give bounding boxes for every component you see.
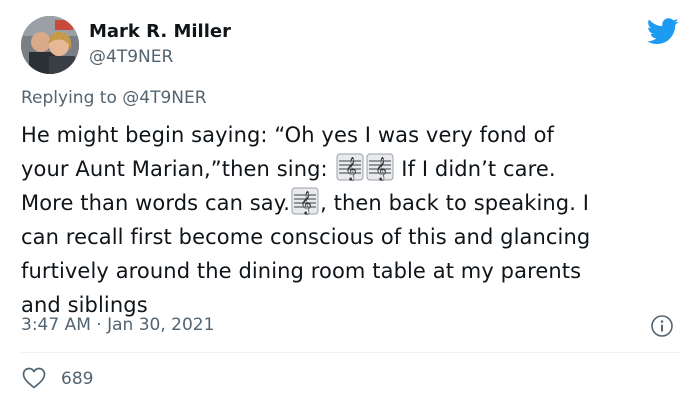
tweet-line: can recall first become conscious of thi… [21, 225, 591, 249]
twitter-bird-icon[interactable] [647, 18, 679, 45]
replying-to: Replying to @4T9NER [21, 88, 207, 108]
tweet-text-segment: If I didn’t care. [394, 157, 556, 181]
tweet-text: He might begin saying: “Oh yes I was ver… [21, 118, 681, 322]
tweet-text-segment: your Aunt Marian,”then sing: [21, 157, 335, 181]
heart-icon[interactable] [22, 367, 46, 389]
info-icon[interactable] [650, 314, 674, 338]
tweet-text-segment: More than words can say. [21, 191, 291, 215]
tweet-card: Mark R. Miller @4T9NER Replying to @4T9N… [0, 0, 700, 405]
tweet-line: More than words can say. 𝄞 , then back to … [21, 186, 681, 220]
svg-text:𝄞: 𝄞 [300, 190, 312, 215]
tweet-line: your Aunt Marian,”then sing: 𝄞 𝄞 If I did… [21, 152, 681, 186]
musical-score-emoji-icon: 𝄞 [366, 153, 393, 181]
like-count: 689 [61, 369, 94, 389]
author-handle[interactable]: @4T9NER [89, 47, 173, 67]
musical-score-emoji-icon: 𝄞 [336, 153, 363, 181]
replying-to-label: Replying to [21, 88, 117, 108]
author-name[interactable]: Mark R. Miller [89, 21, 231, 43]
tweet-line: furtively around the dining room table a… [21, 259, 582, 283]
replying-to-handle[interactable]: @4T9NER [122, 88, 206, 108]
tweet-timestamp[interactable]: 3:47 AM · Jan 30, 2021 [21, 315, 214, 335]
tweet-line: He might begin saying: “Oh yes I was ver… [21, 123, 555, 147]
divider [21, 352, 681, 353]
svg-text:𝄞: 𝄞 [375, 156, 387, 181]
tweet-text-segment: , then back to speaking. I [320, 191, 590, 215]
avatar[interactable] [21, 16, 79, 74]
musical-score-emoji-icon: 𝄞 [291, 187, 319, 215]
svg-text:𝄞: 𝄞 [345, 156, 357, 181]
